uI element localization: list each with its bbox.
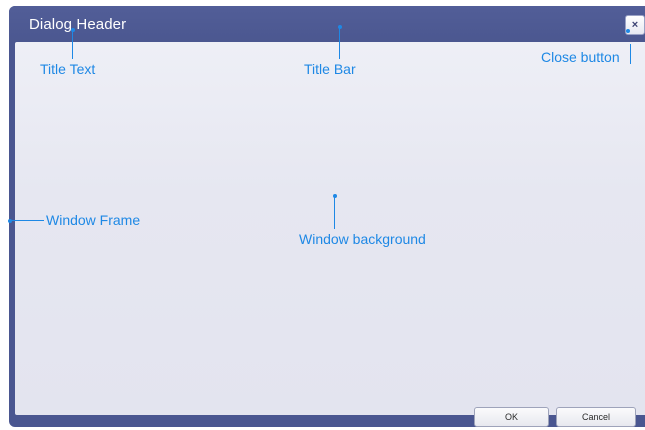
window-background: OK Cancel <box>15 42 645 427</box>
screenshot-stage: Dialog Header × OK Cancel Title Text Tit… <box>0 0 645 430</box>
window-background-callout-line <box>334 196 335 229</box>
cancel-button[interactable]: Cancel <box>556 407 636 427</box>
close-icon: × <box>631 19 639 31</box>
title-text-callout-line <box>72 30 73 59</box>
close-button-annotation: Close button <box>541 49 620 65</box>
close-button-callout-line <box>630 44 631 64</box>
window-frame-callout-line <box>10 220 44 221</box>
window-background-annotation: Window background <box>299 231 426 247</box>
ok-button[interactable]: OK <box>474 407 549 427</box>
dialog-title: Dialog Header <box>29 16 127 33</box>
title-bar-annotation: Title Bar <box>304 61 356 77</box>
title-bar-callout-line <box>339 27 340 59</box>
window-frame-annotation: Window Frame <box>46 212 141 228</box>
title-bar[interactable]: Dialog Header <box>9 6 645 42</box>
title-text-annotation: Title Text <box>40 61 96 77</box>
close-button-callout-dot <box>626 29 630 33</box>
